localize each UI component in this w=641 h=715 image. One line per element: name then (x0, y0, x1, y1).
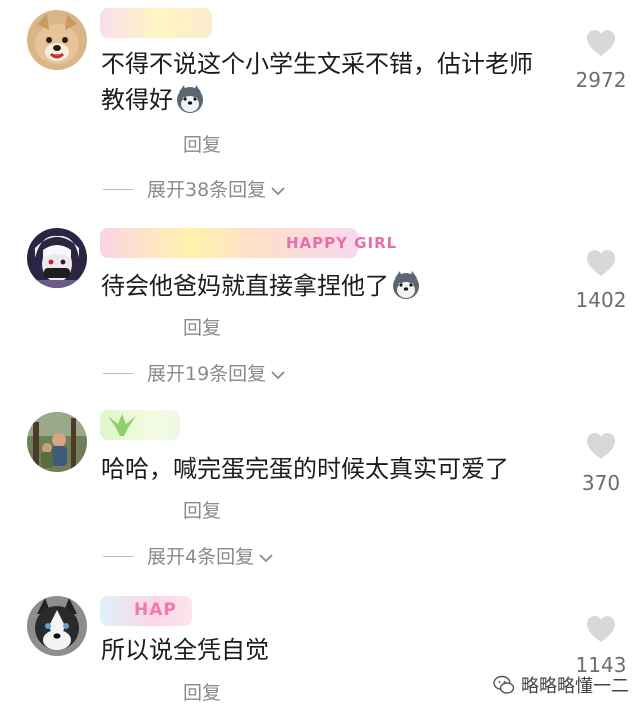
username-mark (106, 412, 138, 442)
chevron-down-icon (270, 182, 286, 204)
reply-button[interactable]: 回复 (183, 313, 221, 340)
reply-button[interactable]: 回复 (183, 496, 221, 523)
chevron-down-icon (270, 366, 286, 388)
heart-icon (587, 616, 615, 642)
like-count: 1402 (575, 288, 627, 312)
avatar[interactable] (27, 10, 87, 70)
expand-replies-button[interactable]: 展开19条回复 (103, 359, 286, 388)
heart-icon (587, 433, 615, 459)
like-button[interactable] (577, 614, 625, 644)
divider (103, 189, 133, 190)
like-button[interactable] (577, 28, 625, 58)
expand-replies-button[interactable]: 展开38条回复 (103, 175, 286, 204)
heart-icon (587, 30, 615, 56)
comment-text: 所以说全凭自觉 (101, 636, 269, 664)
husky-sticker-icon (391, 270, 421, 300)
avatar[interactable] (27, 412, 87, 472)
expand-replies-button[interactable]: 展开4条回复 (103, 542, 274, 571)
watermark-text: 略略略懂一二 (521, 676, 629, 697)
like-count: 2972 (575, 68, 627, 92)
reply-button[interactable]: 回复 (183, 678, 221, 705)
avatar[interactable] (27, 596, 87, 656)
heart-icon (587, 250, 615, 276)
comment-text: 哈哈，喊完蛋完蛋的时候太真实可爱了 (101, 455, 509, 483)
chevron-down-icon (258, 549, 274, 571)
wechat-icon (493, 675, 515, 694)
like-button[interactable] (577, 248, 625, 278)
like-count: 370 (581, 471, 621, 495)
username-tag: HAP (134, 600, 177, 620)
comment-text: 不得不说这个小学生文采不错，估计老师 教得好 (101, 50, 533, 114)
avatar[interactable] (27, 228, 87, 288)
like-button[interactable] (577, 431, 625, 461)
reply-button[interactable]: 回复 (183, 130, 221, 157)
divider (103, 556, 133, 557)
comment-text: 待会他爸妈就直接拿捏他了 (101, 268, 556, 304)
username-tag: HAPPY GIRL (286, 234, 398, 252)
husky-sticker-icon (175, 84, 205, 114)
watermark: 略略略懂一二 (493, 672, 629, 698)
username-masked (100, 8, 212, 38)
divider (103, 373, 133, 374)
